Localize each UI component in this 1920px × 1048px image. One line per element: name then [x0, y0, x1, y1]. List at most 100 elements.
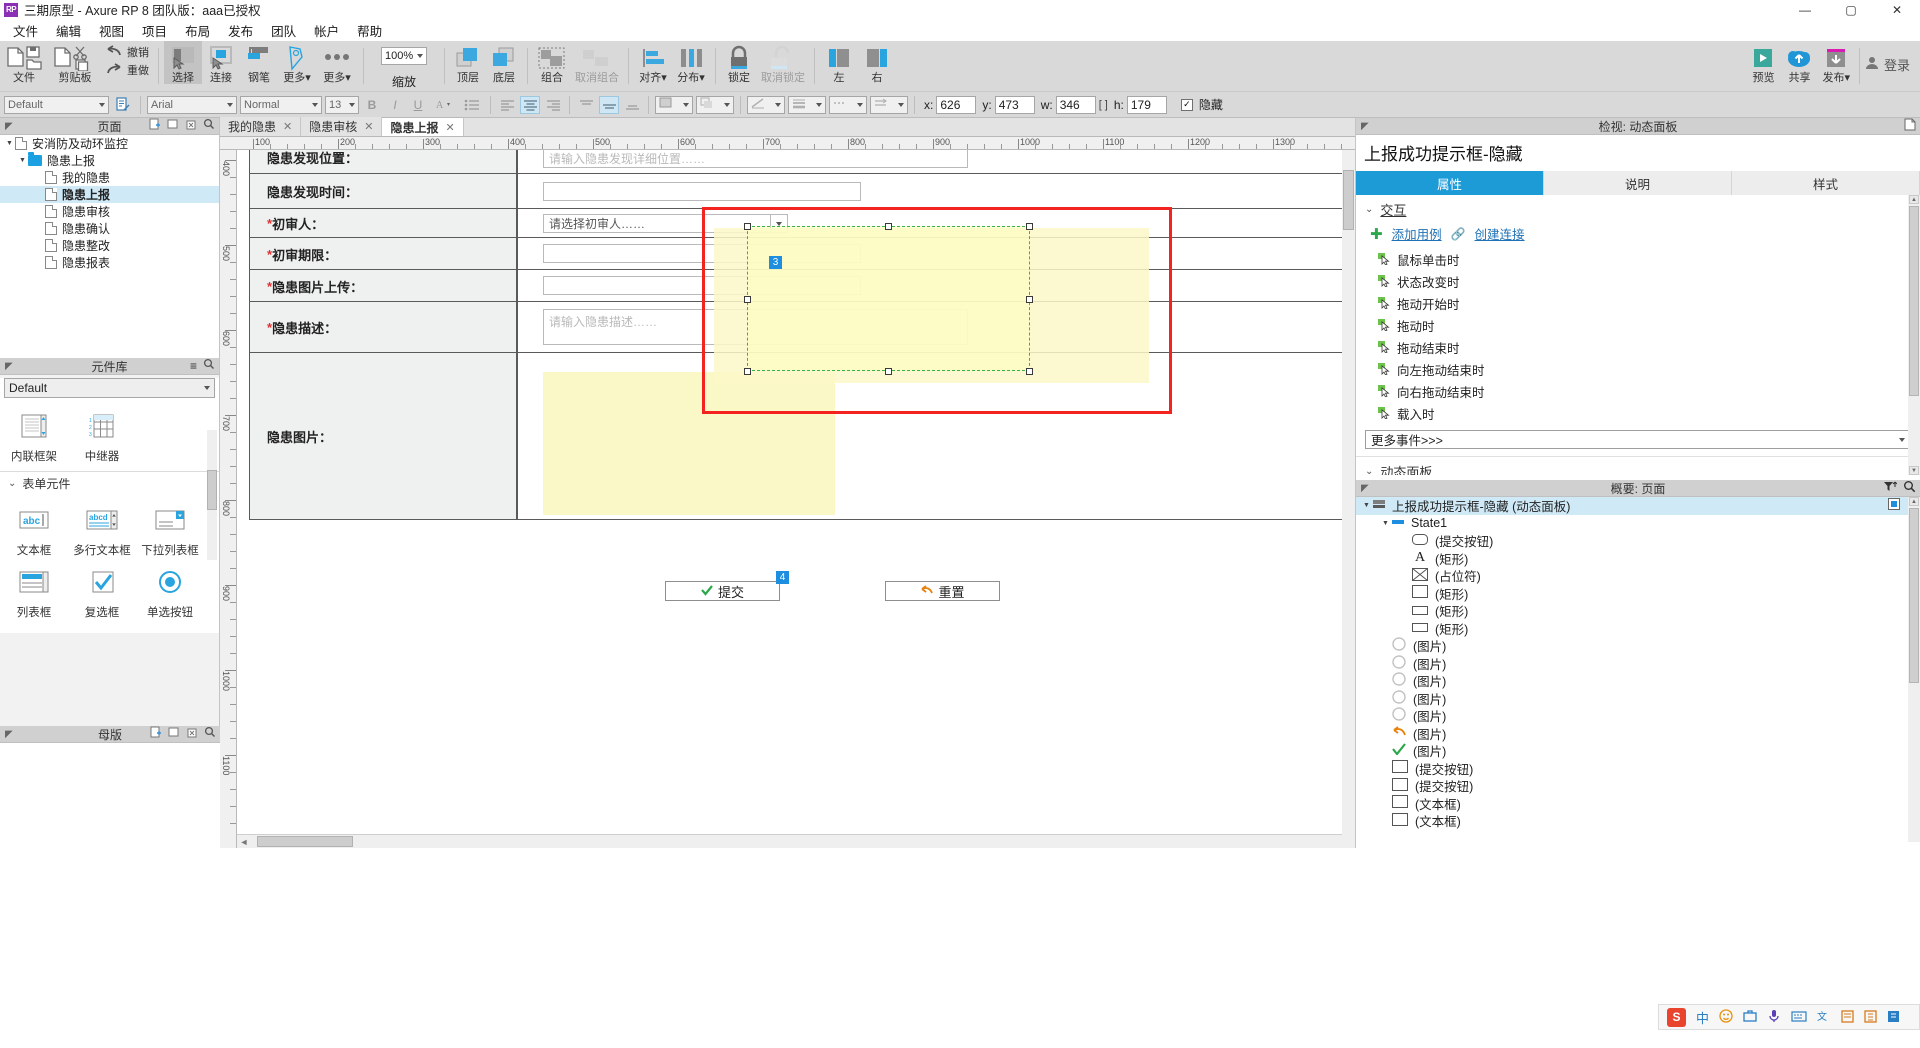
outline-row-item[interactable]: (图片): [1356, 725, 1920, 743]
library-item-inline-frame[interactable]: 内联框架: [0, 405, 68, 467]
design-canvas[interactable]: 隐患发现位置： 请输入隐患发现详细位置…… 隐患发现时间： * 初审人： 请选择…: [237, 150, 1342, 848]
settings-icon[interactable]: [1864, 1009, 1877, 1026]
bullet-list-button[interactable]: [460, 96, 484, 114]
bring-front-button[interactable]: 顶层: [450, 41, 486, 84]
inspector-scroll-thumb[interactable]: [1909, 206, 1919, 396]
bold-button[interactable]: B: [362, 96, 382, 114]
underline-button[interactable]: U: [408, 96, 428, 114]
lock-button[interactable]: 锁定: [721, 41, 757, 84]
menu-project[interactable]: 项目: [133, 19, 176, 42]
outline-scroll-thumb[interactable]: [1909, 508, 1919, 683]
library-item-droplist[interactable]: 下拉列表框: [136, 499, 204, 561]
page-tree-row-selected[interactable]: 隐患上报: [0, 186, 219, 203]
undo-button[interactable]: 撤销: [102, 41, 153, 61]
page-tree-row[interactable]: 我的隐患: [0, 169, 219, 186]
link-dimensions-icon[interactable]: [ ]: [1099, 99, 1108, 111]
resize-handle-e[interactable]: [1026, 296, 1033, 303]
delete-page-icon[interactable]: [185, 118, 197, 134]
distribute-button[interactable]: 分布▾: [672, 41, 710, 84]
page-tree-row[interactable]: 隐患审核: [0, 203, 219, 220]
align-left-button[interactable]: [497, 96, 517, 114]
interaction-badge-3[interactable]: 3: [769, 256, 782, 269]
menu-edit[interactable]: 编辑: [47, 19, 90, 42]
library-scroll-thumb[interactable]: [207, 470, 217, 510]
panel-state-badge-icon[interactable]: [1888, 498, 1900, 513]
font-family-select[interactable]: Arial: [147, 95, 237, 114]
resize-handle-s[interactable]: [885, 368, 892, 375]
library-section-form[interactable]: ⌄ 表单元件: [0, 471, 219, 495]
align-right-button[interactable]: [543, 96, 563, 114]
ime-toolbar[interactable]: S 中 文: [1658, 1004, 1920, 1030]
page-tree-row[interactable]: ▼ 安消防及动环监控: [0, 135, 219, 152]
tab-properties[interactable]: 属性: [1356, 171, 1544, 195]
expand-arrow-icon[interactable]: ▼: [4, 140, 15, 147]
library-select[interactable]: Default: [4, 378, 215, 398]
resize-handle-sw[interactable]: [744, 368, 751, 375]
library-item-listbox[interactable]: 列表框: [0, 561, 68, 623]
page-tree-row[interactable]: 隐患确认: [0, 220, 219, 237]
close-button[interactable]: ✕: [1874, 0, 1920, 19]
scroll-down-arrow-icon[interactable]: ▼: [1909, 466, 1919, 475]
selection-dashed-box[interactable]: [747, 226, 1030, 371]
ungroup-button[interactable]: 取消组合: [571, 41, 623, 84]
arrow-style-select[interactable]: [870, 95, 908, 114]
scroll-up-arrow-icon[interactable]: ▲: [1909, 195, 1919, 204]
outline-row-item[interactable]: (矩形): [1356, 620, 1920, 638]
search-pages-icon[interactable]: [203, 118, 215, 134]
font-weight-select[interactable]: Normal: [240, 95, 322, 114]
share-button[interactable]: 共享: [1780, 41, 1818, 84]
reset-button[interactable]: 重置: [885, 581, 1000, 601]
pages-tree[interactable]: ▼ 安消防及动环监控 ▼ 隐患上报 我的隐患 隐患上报 隐患审核 隐患确认 隐患…: [0, 135, 219, 358]
event-row[interactable]: 向左拖动结束时: [1356, 358, 1920, 380]
event-row[interactable]: 载入时: [1356, 402, 1920, 424]
font-color-button[interactable]: A: [431, 96, 457, 114]
tab-hazard-report[interactable]: 隐患上报 ✕: [382, 117, 464, 136]
resize-handle-nw[interactable]: [744, 223, 751, 230]
outline-row-item[interactable]: (占位符): [1356, 567, 1920, 585]
hidden-checkbox[interactable]: ✓: [1180, 98, 1193, 111]
expand-arrow-icon[interactable]: ▼: [1380, 520, 1391, 527]
library-item-textarea[interactable]: abcd 多行文本框: [68, 499, 136, 561]
found-time-input[interactable]: [543, 182, 861, 201]
close-icon[interactable]: ✕: [283, 120, 292, 133]
align-button[interactable]: 对齐▾: [634, 41, 672, 84]
style-select[interactable]: Default: [4, 95, 109, 114]
menu-view[interactable]: 视图: [90, 19, 133, 42]
collapse-arrow-icon[interactable]: ◤: [5, 729, 13, 740]
minimize-button[interactable]: —: [1782, 0, 1828, 19]
line-width-select[interactable]: [788, 95, 826, 114]
preview-button[interactable]: 预览: [1746, 41, 1780, 84]
outline-row-item[interactable]: (矩形): [1356, 602, 1920, 620]
h-input[interactable]: 179: [1126, 95, 1167, 114]
keyboard-icon[interactable]: [1791, 1009, 1807, 1026]
line-style-select[interactable]: [829, 95, 867, 114]
outline-row-item[interactable]: (图片): [1356, 707, 1920, 725]
library-scrollbar[interactable]: [207, 430, 217, 560]
add-folder-icon[interactable]: [167, 118, 179, 134]
more-events-select[interactable]: 更多事件>>>: [1365, 430, 1911, 449]
canvas-vertical-thumb[interactable]: [1343, 170, 1354, 230]
event-row[interactable]: 鼠标单击时: [1356, 248, 1920, 270]
italic-button[interactable]: I: [385, 96, 405, 114]
delete-master-icon[interactable]: [186, 726, 198, 742]
resize-handle-ne[interactable]: [1026, 223, 1033, 230]
page-tree-row[interactable]: 隐患整改: [0, 237, 219, 254]
collapse-arrow-icon[interactable]: ◤: [1361, 121, 1369, 132]
interaction-badge-4[interactable]: 4: [776, 571, 789, 584]
search-masters-icon[interactable]: [204, 726, 216, 742]
close-icon[interactable]: ✕: [445, 121, 454, 134]
outline-row-item[interactable]: (提交按钮): [1356, 532, 1920, 550]
w-input[interactable]: 346: [1055, 95, 1096, 114]
menu-file[interactable]: 文件: [4, 19, 47, 42]
unlock-button[interactable]: 取消锁定: [757, 41, 809, 84]
tab-my-hazards[interactable]: 我的隐患 ✕: [220, 117, 302, 136]
add-master-folder-icon[interactable]: [168, 726, 180, 742]
outline-list[interactable]: ▼ 上报成功提示框-隐藏 (动态面板) ▼ State1 (提交按钮) A (矩…: [1356, 497, 1920, 842]
resize-handle-n[interactable]: [885, 223, 892, 230]
canvas-vertical-scrollbar[interactable]: [1342, 150, 1355, 848]
style-manager-icon[interactable]: [112, 96, 134, 114]
library-item-radiobutton[interactable]: 单选按钮: [136, 561, 204, 623]
library-item-textfield[interactable]: abc 文本框: [0, 499, 68, 561]
scroll-up-arrow-icon[interactable]: ▲: [1909, 497, 1919, 506]
event-row[interactable]: 状态改变时: [1356, 270, 1920, 292]
